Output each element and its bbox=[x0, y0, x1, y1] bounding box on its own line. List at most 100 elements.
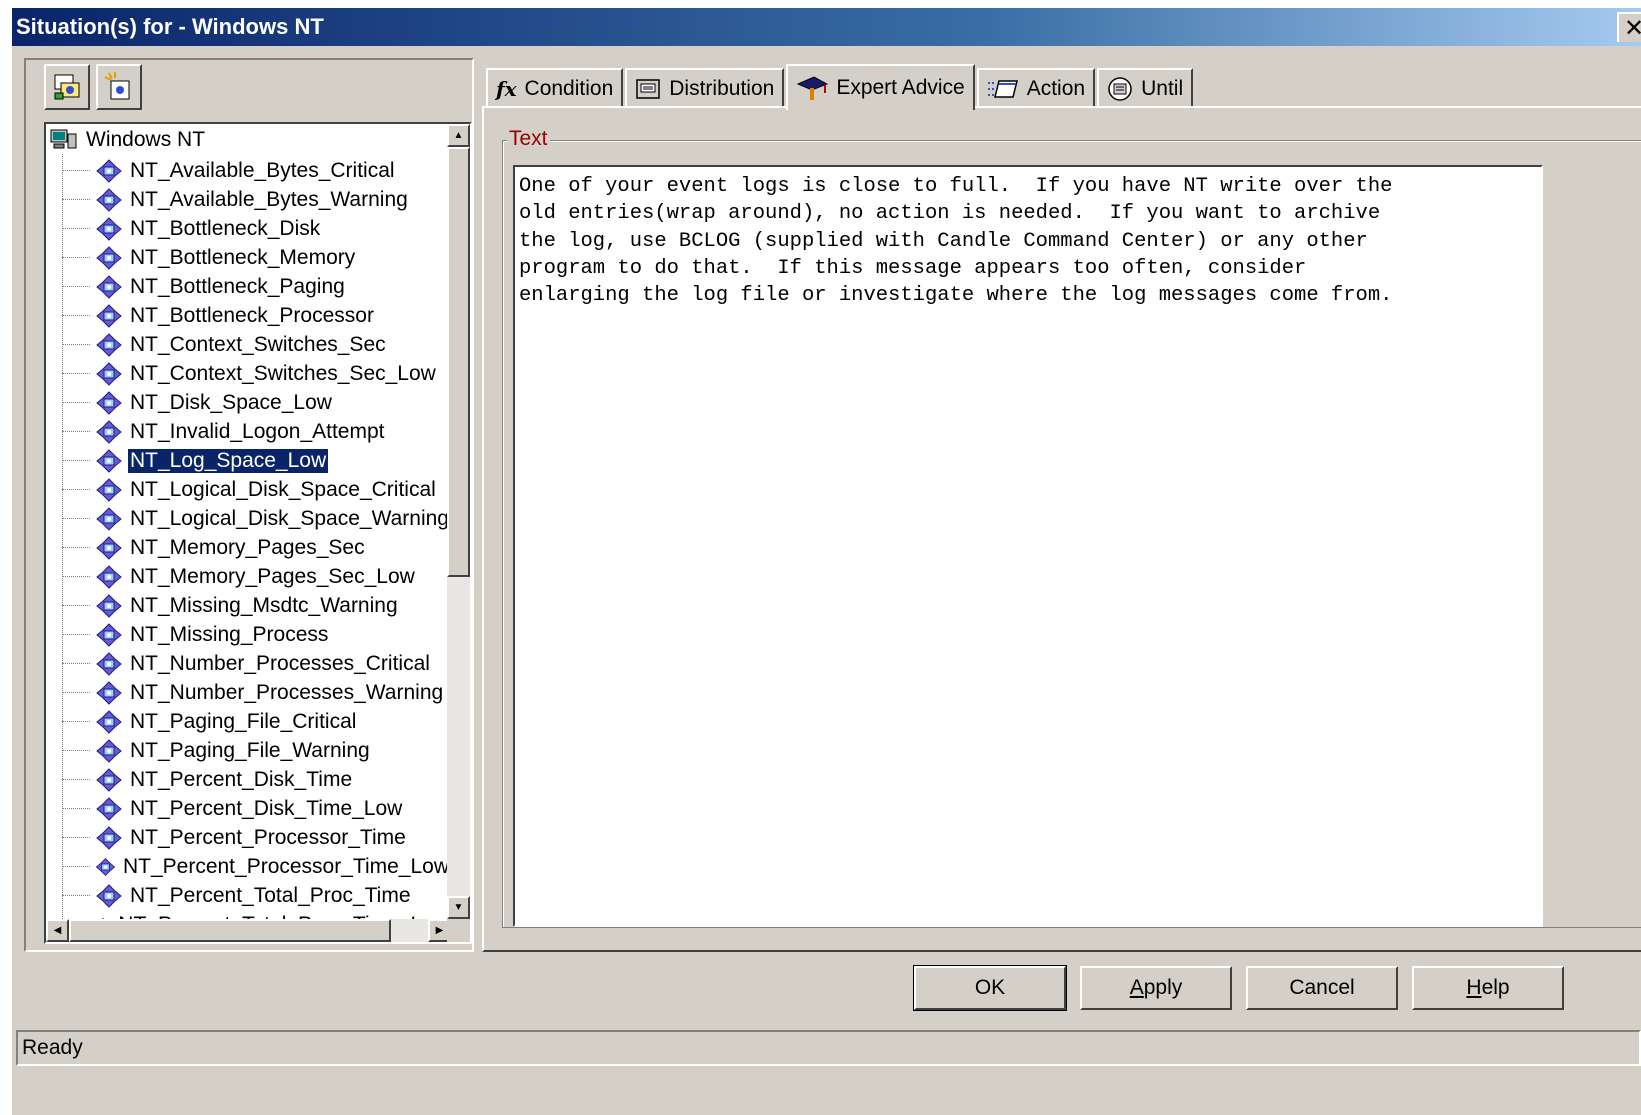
tab-label: Expert Advice bbox=[836, 76, 965, 99]
tree-item[interactable]: NT_Percent_Total_Proc_Time_Low bbox=[46, 910, 451, 919]
situation-icon bbox=[96, 361, 122, 386]
situation-icon bbox=[96, 506, 122, 531]
tree-item-label: NT_Percent_Disk_Time bbox=[130, 767, 353, 791]
situation-icon bbox=[96, 274, 122, 299]
tree-item-label: NT_Paging_File_Warning bbox=[130, 738, 370, 762]
create-another-situation-icon bbox=[104, 72, 130, 100]
situation-icon bbox=[96, 796, 122, 821]
tree-item-label: NT_Number_Processes_Critical bbox=[130, 651, 430, 675]
mortarboard-icon bbox=[797, 76, 829, 100]
tree-item-label: NT_Percent_Processor_Time_Low bbox=[122, 854, 449, 878]
tab-label: Condition bbox=[524, 77, 614, 100]
situation-icon bbox=[96, 158, 122, 183]
vertical-scrollbar[interactable]: ▲ ▼ bbox=[447, 124, 470, 919]
tree-item[interactable]: NT_Percent_Total_Proc_Time bbox=[46, 881, 451, 910]
create-situation-icon bbox=[54, 74, 80, 100]
horizontal-scrollbar[interactable]: ◀ ▶ bbox=[46, 919, 451, 942]
tree-item[interactable]: NT_Memory_Pages_Sec_Low bbox=[46, 562, 451, 591]
situation-icon bbox=[96, 216, 122, 241]
tree-item-label: NT_Disk_Space_Low bbox=[130, 390, 332, 414]
expert-advice-textarea[interactable]: One of your event logs is close to full.… bbox=[513, 165, 1543, 927]
tree-item[interactable]: NT_Available_Bytes_Warning bbox=[46, 185, 451, 214]
tab-distribution[interactable]: Distribution bbox=[625, 68, 785, 108]
tree-item[interactable]: NT_Context_Switches_Sec bbox=[46, 330, 451, 359]
tree-item[interactable]: NT_Logical_Disk_Space_Critical bbox=[46, 475, 451, 504]
situation-tree[interactable]: Windows NT NT_Available_Bytes_Critical NT… bbox=[44, 122, 472, 944]
create-situation-button[interactable] bbox=[44, 64, 90, 110]
tree-item[interactable]: NT_Percent_Processor_Time bbox=[46, 823, 451, 852]
tab-expert-advice[interactable]: Expert Advice bbox=[786, 64, 975, 110]
tree-item[interactable]: NT_Bottleneck_Paging bbox=[46, 272, 451, 301]
tree-item-label: NT_Bottleneck_Processor bbox=[130, 303, 374, 327]
tree-item-label: NT_Bottleneck_Memory bbox=[130, 245, 356, 269]
tree-item[interactable]: NT_Missing_Process bbox=[46, 620, 451, 649]
status-text: Ready bbox=[22, 1036, 83, 1059]
situation-icon bbox=[96, 622, 122, 647]
dialog-buttons: OK Apply Cancel Help bbox=[913, 965, 1564, 1011]
ok-button[interactable]: OK bbox=[913, 965, 1067, 1011]
situation-icon bbox=[96, 535, 122, 560]
tree-item-selected[interactable]: NT_Log_Space_Low bbox=[46, 446, 451, 475]
tree-root-label: Windows NT bbox=[86, 128, 206, 151]
scroll-left-arrow-icon[interactable]: ◀ bbox=[46, 919, 69, 942]
tree-item-label: NT_Percent_Total_Proc_Time bbox=[130, 883, 411, 907]
scroll-down-arrow-icon[interactable]: ▼ bbox=[447, 896, 470, 919]
vertical-scroll-thumb[interactable] bbox=[447, 147, 470, 577]
situation-list: NT_Available_Bytes_Critical NT_Available_… bbox=[46, 156, 451, 919]
tree-item-label: NT_Memory_Pages_Sec_Low bbox=[130, 564, 415, 588]
tree-item[interactable]: NT_Bottleneck_Processor bbox=[46, 301, 451, 330]
text-group: Text One of your event logs is close to … bbox=[502, 127, 1641, 928]
tree-item[interactable]: NT_Bottleneck_Memory bbox=[46, 243, 451, 272]
title-bar: Situation(s) for - Windows NT ✕ bbox=[12, 8, 1641, 46]
distribution-icon bbox=[636, 79, 661, 99]
situation-icon bbox=[96, 680, 122, 705]
situation-icon bbox=[96, 187, 122, 212]
tree-item[interactable]: NT_Invalid_Logon_Attempt bbox=[46, 417, 451, 446]
tab-until[interactable]: Until bbox=[1097, 68, 1194, 108]
help-button[interactable]: Help bbox=[1412, 966, 1564, 1010]
apply-button-label: pply bbox=[1143, 976, 1183, 999]
cancel-button[interactable]: Cancel bbox=[1246, 966, 1398, 1010]
tree-viewport: Windows NT NT_Available_Bytes_Critical NT… bbox=[46, 124, 451, 919]
tree-item-label: NT_Memory_Pages_Sec bbox=[130, 535, 365, 559]
tree-toolbar bbox=[44, 64, 142, 116]
tree-item[interactable]: NT_Percent_Processor_Time_Low bbox=[46, 852, 451, 881]
situation-icon bbox=[96, 738, 122, 763]
tree-root-node[interactable]: Windows NT bbox=[50, 126, 205, 154]
tab-action[interactable]: Action bbox=[976, 68, 1096, 108]
tree-item-label: NT_Bottleneck_Disk bbox=[130, 216, 321, 240]
action-icon bbox=[987, 80, 1018, 98]
tab-condition[interactable]: fx Condition bbox=[486, 68, 624, 108]
tree-item[interactable]: NT_Logical_Disk_Space_Warning bbox=[46, 504, 451, 533]
situation-icon bbox=[96, 651, 122, 676]
situation-icon bbox=[96, 593, 122, 618]
help-mnemonic: H bbox=[1466, 976, 1482, 999]
apply-button[interactable]: Apply bbox=[1080, 966, 1232, 1010]
close-icon[interactable]: ✕ bbox=[1617, 12, 1641, 42]
situation-icon bbox=[96, 303, 122, 328]
scrollbar-corner bbox=[447, 919, 470, 942]
tab-label: Until bbox=[1141, 77, 1184, 100]
horizontal-scroll-thumb[interactable] bbox=[69, 919, 391, 942]
tree-item[interactable]: NT_Missing_Msdtc_Warning bbox=[46, 591, 451, 620]
situations-dialog: Situation(s) for - Windows NT ✕ Windows … bbox=[12, 8, 1641, 1115]
tree-item[interactable]: NT_Percent_Disk_Time bbox=[46, 765, 451, 794]
tree-item[interactable]: NT_Available_Bytes_Critical bbox=[46, 156, 451, 185]
tree-item[interactable]: NT_Percent_Disk_Time_Low bbox=[46, 794, 451, 823]
tree-item-label: NT_Number_Processes_Warning bbox=[130, 680, 444, 704]
tree-item[interactable]: NT_Number_Processes_Critical bbox=[46, 649, 451, 678]
tree-item[interactable]: NT_Memory_Pages_Sec bbox=[46, 533, 451, 562]
text-group-label: Text bbox=[507, 127, 550, 151]
situation-icon bbox=[96, 332, 122, 357]
tree-item[interactable]: NT_Disk_Space_Low bbox=[46, 388, 451, 417]
scroll-up-arrow-icon[interactable]: ▲ bbox=[447, 124, 470, 147]
tree-item[interactable]: NT_Paging_File_Warning bbox=[46, 736, 451, 765]
expert-advice-panel: Text One of your event logs is close to … bbox=[482, 106, 1641, 952]
tree-item[interactable]: NT_Paging_File_Critical bbox=[46, 707, 451, 736]
tree-item[interactable]: NT_Bottleneck_Disk bbox=[46, 214, 451, 243]
computer-icon bbox=[50, 129, 77, 149]
tree-item[interactable]: NT_Context_Switches_Sec_Low bbox=[46, 359, 451, 388]
create-another-situation-button[interactable] bbox=[96, 64, 142, 110]
tree-item-label: NT_Missing_Process bbox=[130, 622, 329, 646]
tree-item[interactable]: NT_Number_Processes_Warning bbox=[46, 678, 451, 707]
